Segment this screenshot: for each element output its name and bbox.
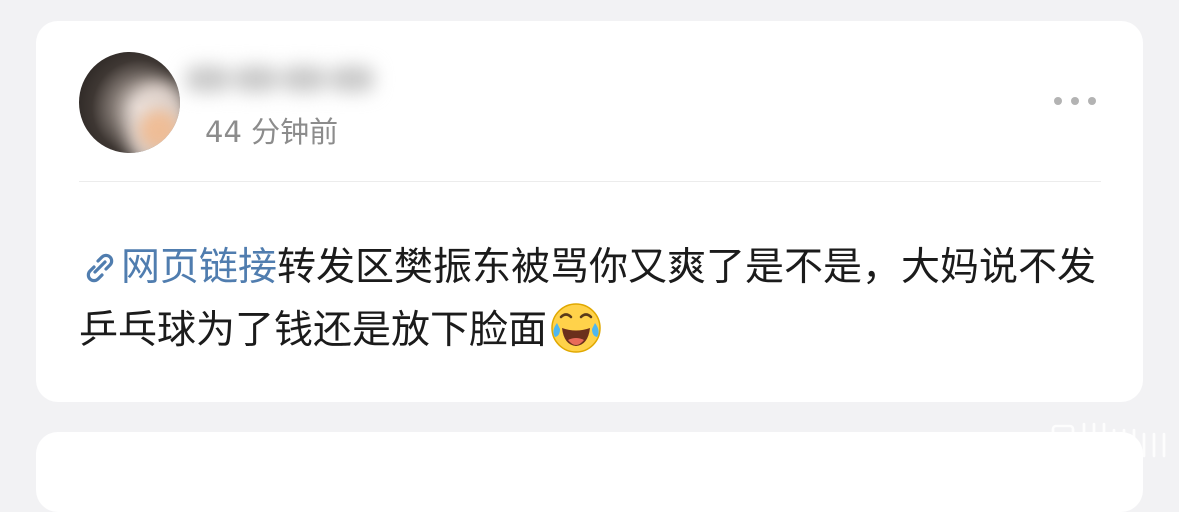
username-redacted[interactable] <box>176 52 388 108</box>
avatar[interactable] <box>79 52 180 153</box>
more-dot-icon <box>1088 97 1096 105</box>
more-dot-icon <box>1054 97 1062 105</box>
link-icon <box>86 253 114 283</box>
more-dot-icon <box>1071 97 1079 105</box>
laughing-crying-emoji <box>551 303 601 353</box>
more-options-button[interactable] <box>1040 86 1110 116</box>
post-timestamp: 44 分钟前 <box>205 115 339 149</box>
web-link[interactable]: 网页链接 <box>79 245 277 290</box>
watermark-icon <box>1051 422 1166 458</box>
divider <box>79 181 1101 182</box>
next-post-card <box>36 432 1143 512</box>
post-body: 网页链接转发区樊振东被骂你又爽了是不是，大妈说不发乒乓球为了钱还是放下脸面 <box>79 236 1109 362</box>
web-link-label: 网页链接 <box>121 245 278 290</box>
